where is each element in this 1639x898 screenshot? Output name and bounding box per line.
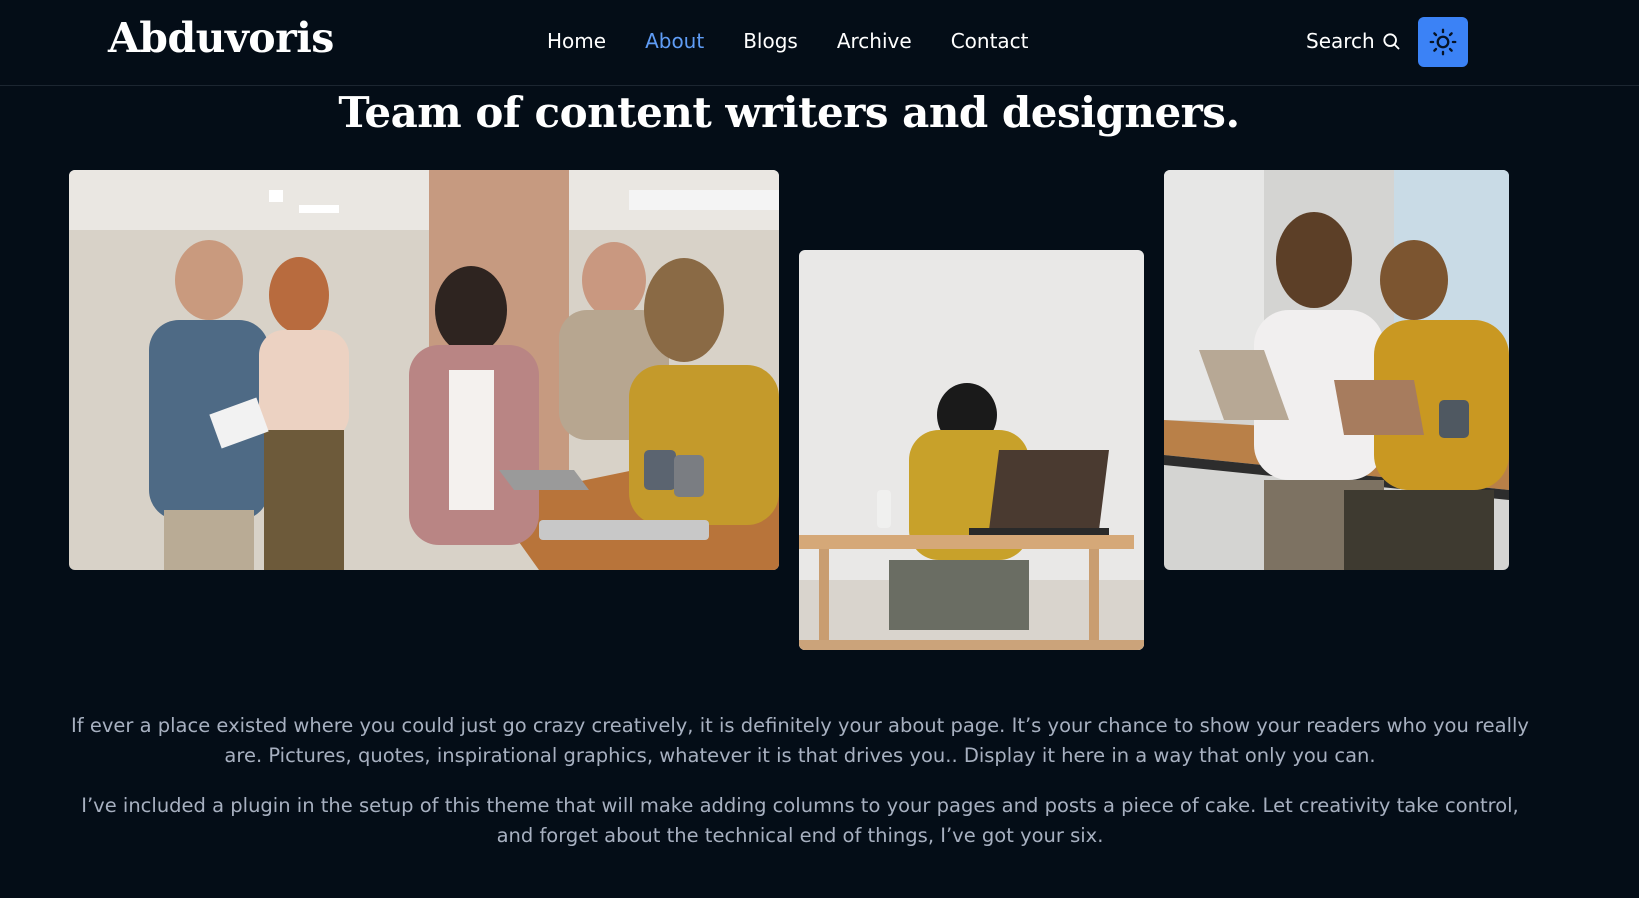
two-people-with-laptop-photo bbox=[1164, 170, 1509, 570]
search-button[interactable]: Search bbox=[1306, 29, 1401, 53]
nav-about[interactable]: About bbox=[645, 29, 704, 53]
nav-blogs[interactable]: Blogs bbox=[743, 29, 798, 53]
about-paragraph-1: If ever a place existed where you could … bbox=[71, 714, 1529, 767]
page-heading: Team of content writers and designers. bbox=[338, 88, 1240, 137]
main-nav: Home About Blogs Archive Contact bbox=[547, 29, 1068, 53]
search-icon bbox=[1383, 33, 1400, 50]
nav-home[interactable]: Home bbox=[547, 29, 606, 53]
sun-icon bbox=[1429, 28, 1457, 56]
about-paragraph-2: I’ve included a plugin in the setup of t… bbox=[81, 794, 1519, 847]
navbar: Abduvoris Home About Blogs Archive Conta… bbox=[0, 0, 1639, 86]
nav-archive[interactable]: Archive bbox=[837, 29, 912, 53]
theme-toggle-button[interactable] bbox=[1418, 17, 1468, 67]
brand-logo[interactable]: Abduvoris bbox=[108, 14, 334, 62]
team-meeting-photo bbox=[69, 170, 779, 570]
nav-contact[interactable]: Contact bbox=[951, 29, 1029, 53]
person-working-on-laptop-photo bbox=[799, 250, 1144, 650]
search-label: Search bbox=[1306, 29, 1375, 53]
